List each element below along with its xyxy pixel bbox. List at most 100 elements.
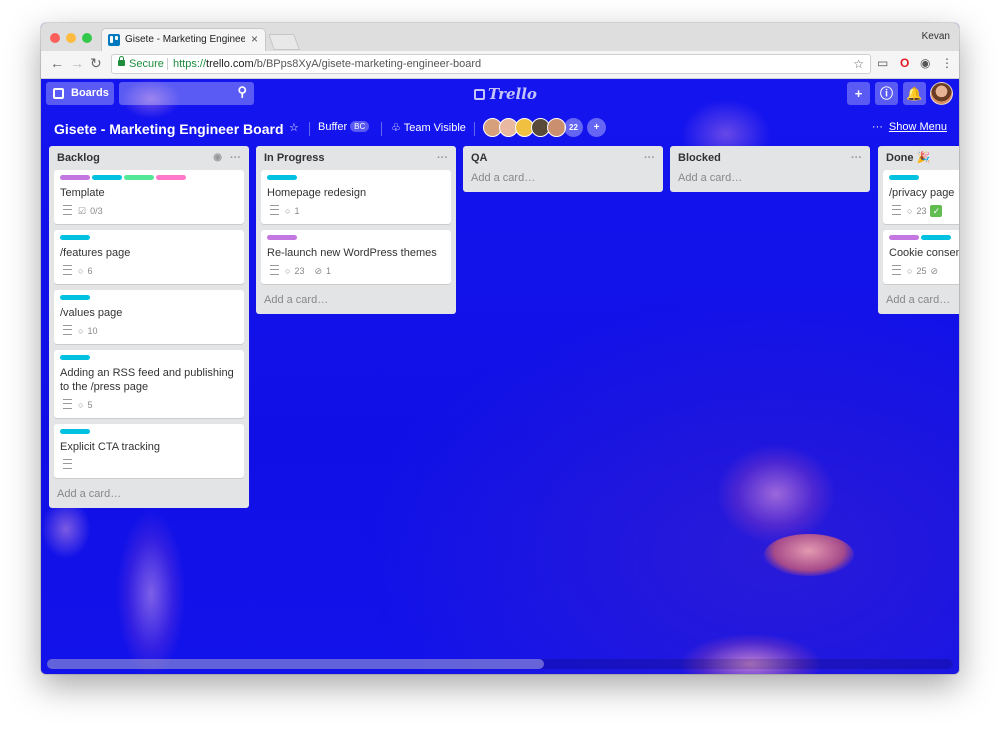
list-menu-icon[interactable]: ···: [851, 146, 862, 170]
comment-badge: ○ 10: [78, 324, 97, 338]
trello-logo[interactable]: Trello: [474, 85, 537, 103]
pocket-extension-icon[interactable]: ◉: [920, 57, 930, 69]
card-title: Explicit CTA tracking: [60, 441, 161, 453]
card-labels: [60, 295, 238, 300]
add-card-link[interactable]: Add a card…: [261, 290, 451, 314]
label-purple: [267, 235, 297, 240]
card-title: Homepage redesign: [267, 187, 367, 199]
comment-badge: ○ 23: [907, 204, 926, 218]
member-count-badge[interactable]: 22: [564, 118, 583, 137]
back-arrow-icon[interactable]: ←: [50, 56, 64, 70]
comment-count: 6: [87, 266, 93, 276]
list-header[interactable]: In Progress ···: [261, 146, 451, 170]
visibility-label: Team Visible: [403, 122, 466, 134]
browser-menu-icon[interactable]: ⋮: [941, 57, 953, 69]
card-badges: ○ 10: [60, 324, 238, 338]
card[interactable]: /values page ○ 10: [54, 290, 244, 344]
add-card-link[interactable]: Add a card…: [54, 484, 244, 508]
add-icon[interactable]: +: [847, 82, 870, 105]
user-avatar[interactable]: [930, 82, 953, 105]
card-title: Adding an RSS feed and publishing to the…: [60, 367, 234, 393]
horizontal-scrollbar[interactable]: [47, 659, 953, 669]
forward-arrow-icon[interactable]: →: [70, 56, 84, 70]
bookmark-star-icon[interactable]: ☆: [853, 55, 864, 73]
list-header[interactable]: Done 🎉: [883, 146, 959, 170]
card-title: Template: [60, 187, 105, 199]
description-icon: [63, 325, 72, 335]
attachment-count: 1: [326, 266, 332, 276]
card[interactable]: Homepage redesign ○ 1: [261, 170, 451, 224]
trello-header: Boards ⚲ Trello + ⓘ 🔔: [41, 79, 959, 109]
comment-badge: ○ 25: [907, 264, 926, 278]
url-domain: trello.com: [206, 58, 254, 70]
team-icon: ♧: [391, 122, 404, 134]
add-card-link[interactable]: Add a card…: [468, 170, 658, 192]
list-menu-icon[interactable]: ···: [230, 146, 241, 170]
card-badges: ○ 23 ✓: [889, 204, 959, 218]
minimize-window-button[interactable]: [66, 33, 76, 43]
card[interactable]: Cookie consent ○ 25 ⊘: [883, 230, 959, 284]
list-menu-icon[interactable]: ···: [644, 146, 655, 170]
list-header[interactable]: Blocked ···: [675, 146, 865, 170]
description-icon: [63, 459, 72, 469]
search-icon: ⚲: [237, 84, 247, 99]
description-icon: [892, 265, 901, 275]
address-bar[interactable]: Secure https://trello.com/b/BPps8XyA/gis…: [111, 54, 871, 74]
card-labels: [267, 235, 445, 240]
label-pink: [156, 175, 186, 180]
team-button[interactable]: Buffer BC: [318, 121, 370, 133]
profile-name[interactable]: Kevan: [922, 31, 950, 42]
list-blocked: Blocked ··· Add a card…: [670, 146, 870, 192]
list-header[interactable]: QA ···: [468, 146, 658, 170]
comment-count: 23: [294, 266, 305, 276]
info-icon[interactable]: ⓘ: [875, 82, 898, 105]
trello-favicon-icon: [108, 34, 120, 46]
card-badges: ○ 6: [60, 264, 238, 278]
boards-button[interactable]: Boards: [46, 82, 114, 105]
comment-count: 23: [916, 206, 927, 216]
comment-count: 25: [916, 266, 927, 276]
label-cyan: [92, 175, 122, 180]
scrollbar-thumb[interactable]: [47, 659, 544, 669]
browser-tab[interactable]: Gisete - Marketing Engineer Bo ×: [101, 28, 266, 51]
reload-icon[interactable]: ↻: [90, 56, 102, 70]
comment-badge: ○ 5: [78, 398, 92, 412]
list-title: Blocked: [678, 152, 721, 164]
list-menu-icon[interactable]: ···: [437, 146, 448, 170]
search-input[interactable]: ⚲: [119, 82, 254, 105]
comment-icon: ○: [285, 266, 291, 276]
list-in-progress: In Progress ··· Homepage redesign ○ 1 Re-l…: [256, 146, 456, 314]
card[interactable]: Template ☑ 0/3: [54, 170, 244, 224]
label-cyan: [60, 235, 90, 240]
comment-icon: ○: [285, 206, 291, 216]
card[interactable]: Re-launch new WordPress themes ○ 23 ⊘ 1: [261, 230, 451, 284]
close-window-button[interactable]: [50, 33, 60, 43]
team-badge: BC: [350, 121, 370, 132]
cast-icon[interactable]: ▭: [877, 57, 888, 69]
add-member-icon[interactable]: +: [587, 118, 606, 137]
maximize-window-button[interactable]: [82, 33, 92, 43]
card[interactable]: /privacy page ○ 23 ✓: [883, 170, 959, 224]
card-badges: ○ 5: [60, 398, 238, 412]
card[interactable]: Adding an RSS feed and publishing to the…: [54, 350, 244, 418]
star-board-icon[interactable]: ☆: [289, 121, 299, 134]
checklist-complete-icon: ✓: [930, 205, 943, 217]
list-header[interactable]: Backlog ◉ ···: [54, 146, 244, 170]
header-divider: [309, 122, 310, 136]
header-divider: [474, 122, 475, 136]
card[interactable]: /features page ○ 6: [54, 230, 244, 284]
label-cyan: [60, 295, 90, 300]
new-tab-button[interactable]: [268, 34, 300, 50]
label-green: [124, 175, 154, 180]
opera-extension-icon[interactable]: O: [900, 57, 909, 69]
board-title[interactable]: Gisete - Marketing Engineer Board: [54, 121, 284, 137]
visibility-button[interactable]: ♧ Team Visible: [391, 121, 466, 134]
show-menu-link[interactable]: ··· Show Menu: [872, 121, 947, 133]
tab-close-icon[interactable]: ×: [251, 32, 258, 46]
list-title: QA: [471, 152, 488, 164]
add-card-link[interactable]: Add a card…: [883, 290, 959, 314]
notification-bell-icon[interactable]: 🔔: [903, 82, 926, 105]
card[interactable]: Explicit CTA tracking: [54, 424, 244, 478]
label-cyan: [60, 355, 90, 360]
add-card-link[interactable]: Add a card…: [675, 170, 865, 192]
